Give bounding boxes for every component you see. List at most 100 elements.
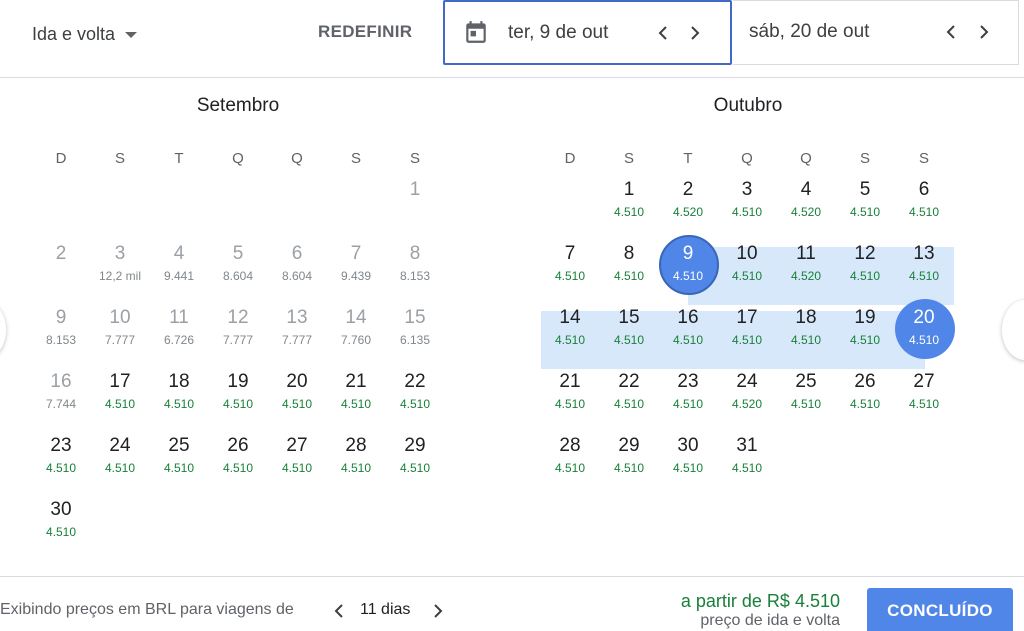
day-setembro-21[interactable]: 21 4.510 [327, 362, 385, 424]
day-price: 4.510 [104, 397, 136, 411]
day-number: 2 [55, 243, 67, 264]
day-number: 14 [345, 307, 367, 328]
departure-date-field[interactable]: ter, 9 de out [443, 0, 732, 65]
day-outubro-3[interactable]: 3 4.510 [718, 170, 776, 232]
day-outubro-1[interactable]: 1 4.510 [600, 170, 658, 232]
day-outubro-14[interactable]: 14 4.510 [541, 298, 599, 360]
day-setembro-14[interactable]: 14 7.760 [327, 298, 385, 360]
day-outubro-16[interactable]: 16 4.510 [659, 298, 717, 360]
day-price: 4.520 [672, 205, 704, 219]
departure-next-day-button[interactable] [685, 22, 705, 44]
day-outubro-9[interactable]: 9 4.510 [659, 234, 719, 296]
increase-trip-length-button[interactable] [430, 601, 446, 621]
day-outubro-15[interactable]: 15 4.510 [600, 298, 658, 360]
day-setembro-20[interactable]: 20 4.510 [268, 362, 326, 424]
day-setembro-13[interactable]: 13 7.777 [268, 298, 326, 360]
day-setembro-4[interactable]: 4 9.441 [150, 234, 208, 296]
day-setembro-28[interactable]: 28 4.510 [327, 426, 385, 488]
day-outubro-29[interactable]: 29 4.510 [600, 426, 658, 488]
day-number: 6 [918, 179, 930, 200]
day-setembro-2[interactable]: 2 [32, 234, 90, 296]
day-outubro-19[interactable]: 19 4.510 [836, 298, 894, 360]
day-outubro-22[interactable]: 22 4.510 [600, 362, 658, 424]
day-number: 18 [795, 307, 817, 328]
day-outubro-11[interactable]: 11 4.520 [777, 234, 835, 296]
day-outubro-6[interactable]: 6 4.510 [895, 170, 953, 232]
day-setembro-29[interactable]: 29 4.510 [386, 426, 444, 488]
day-outubro-4[interactable]: 4 4.520 [777, 170, 835, 232]
day-outubro-5[interactable]: 5 4.510 [836, 170, 894, 232]
day-setembro-5[interactable]: 5 8.604 [209, 234, 267, 296]
day-setembro-9[interactable]: 9 8.153 [32, 298, 90, 360]
day-outubro-8[interactable]: 8 4.510 [600, 234, 658, 296]
return-date-field[interactable]: sáb, 20 de out [733, 0, 1019, 65]
day-outubro-31[interactable]: 31 4.510 [718, 426, 776, 488]
previous-month-button[interactable] [0, 300, 6, 360]
day-setembro-10[interactable]: 10 7.777 [91, 298, 149, 360]
day-setembro-12[interactable]: 12 7.777 [209, 298, 267, 360]
day-number: 10 [109, 307, 131, 328]
day-setembro-8[interactable]: 8 8.153 [386, 234, 444, 296]
day-number: 30 [50, 499, 72, 520]
caret-down-icon [125, 32, 138, 38]
day-outubro-21[interactable]: 21 4.510 [541, 362, 599, 424]
reset-button[interactable]: REDEFINIR [318, 22, 412, 42]
day-setembro-18[interactable]: 18 4.510 [150, 362, 208, 424]
return-next-day-button[interactable] [974, 21, 994, 43]
month-title-setembro: Setembro [196, 95, 280, 116]
day-outubro-18[interactable]: 18 4.510 [777, 298, 835, 360]
day-outubro-20[interactable]: 20 4.510 [895, 298, 955, 360]
day-price: 4.520 [731, 397, 763, 411]
day-price: 4.510 [104, 461, 136, 475]
day-number: 28 [345, 435, 367, 456]
day-outubro-26[interactable]: 26 4.510 [836, 362, 894, 424]
day-setembro-6[interactable]: 6 8.604 [268, 234, 326, 296]
day-outubro-7[interactable]: 7 4.510 [541, 234, 599, 296]
departure-prev-day-button[interactable] [653, 22, 673, 44]
day-setembro-26[interactable]: 26 4.510 [209, 426, 267, 488]
day-setembro-27[interactable]: 27 4.510 [268, 426, 326, 488]
day-number: 16 [677, 307, 699, 328]
day-outubro-13[interactable]: 13 4.510 [895, 234, 953, 296]
day-setembro-1[interactable]: 1 [386, 170, 444, 232]
day-setembro-30[interactable]: 30 4.510 [32, 490, 90, 552]
day-setembro-15[interactable]: 15 6.135 [386, 298, 444, 360]
day-number: 1 [409, 179, 421, 200]
chevron-right-icon [691, 26, 700, 40]
day-setembro-22[interactable]: 22 4.510 [386, 362, 444, 424]
day-setembro-3[interactable]: 3 12,2 mil [91, 234, 149, 296]
day-outubro-30[interactable]: 30 4.510 [659, 426, 717, 488]
day-price: 4.510 [613, 397, 645, 411]
day-setembro-25[interactable]: 25 4.510 [150, 426, 208, 488]
day-setembro-19[interactable]: 19 4.510 [209, 362, 267, 424]
day-outubro-10[interactable]: 10 4.510 [718, 234, 776, 296]
day-outubro-17[interactable]: 17 4.510 [718, 298, 776, 360]
next-month-button[interactable] [1002, 300, 1024, 360]
return-prev-day-button[interactable] [941, 21, 961, 43]
day-setembro-11[interactable]: 11 6.726 [150, 298, 208, 360]
day-price: 4.510 [731, 461, 763, 475]
done-button[interactable]: CONCLUÍDO [867, 588, 1013, 631]
day-setembro-24[interactable]: 24 4.510 [91, 426, 149, 488]
day-outubro-2[interactable]: 2 4.520 [659, 170, 717, 232]
day-setembro-17[interactable]: 17 4.510 [91, 362, 149, 424]
day-price: 4.510 [908, 333, 940, 347]
trip-type-dropdown[interactable]: Ida e volta [32, 22, 138, 46]
day-outubro-28[interactable]: 28 4.510 [541, 426, 599, 488]
day-number: 19 [227, 371, 249, 392]
day-outubro-24[interactable]: 24 4.520 [718, 362, 776, 424]
day-outubro-12[interactable]: 12 4.510 [836, 234, 894, 296]
day-outubro-27[interactable]: 27 4.510 [895, 362, 953, 424]
day-setembro-7[interactable]: 7 9.439 [327, 234, 385, 296]
decrease-trip-length-button[interactable] [331, 601, 347, 621]
day-setembro-23[interactable]: 23 4.510 [32, 426, 90, 488]
day-outubro-23[interactable]: 23 4.510 [659, 362, 717, 424]
day-price: 4.510 [672, 397, 704, 411]
day-setembro-16[interactable]: 16 7.744 [32, 362, 90, 424]
day-number: 15 [618, 307, 640, 328]
day-number: 11 [796, 243, 816, 264]
day-outubro-25[interactable]: 25 4.510 [777, 362, 835, 424]
day-price: 6.135 [399, 333, 431, 347]
return-date-text: sáb, 20 de out [749, 21, 870, 42]
weekday-label: S [409, 150, 420, 167]
